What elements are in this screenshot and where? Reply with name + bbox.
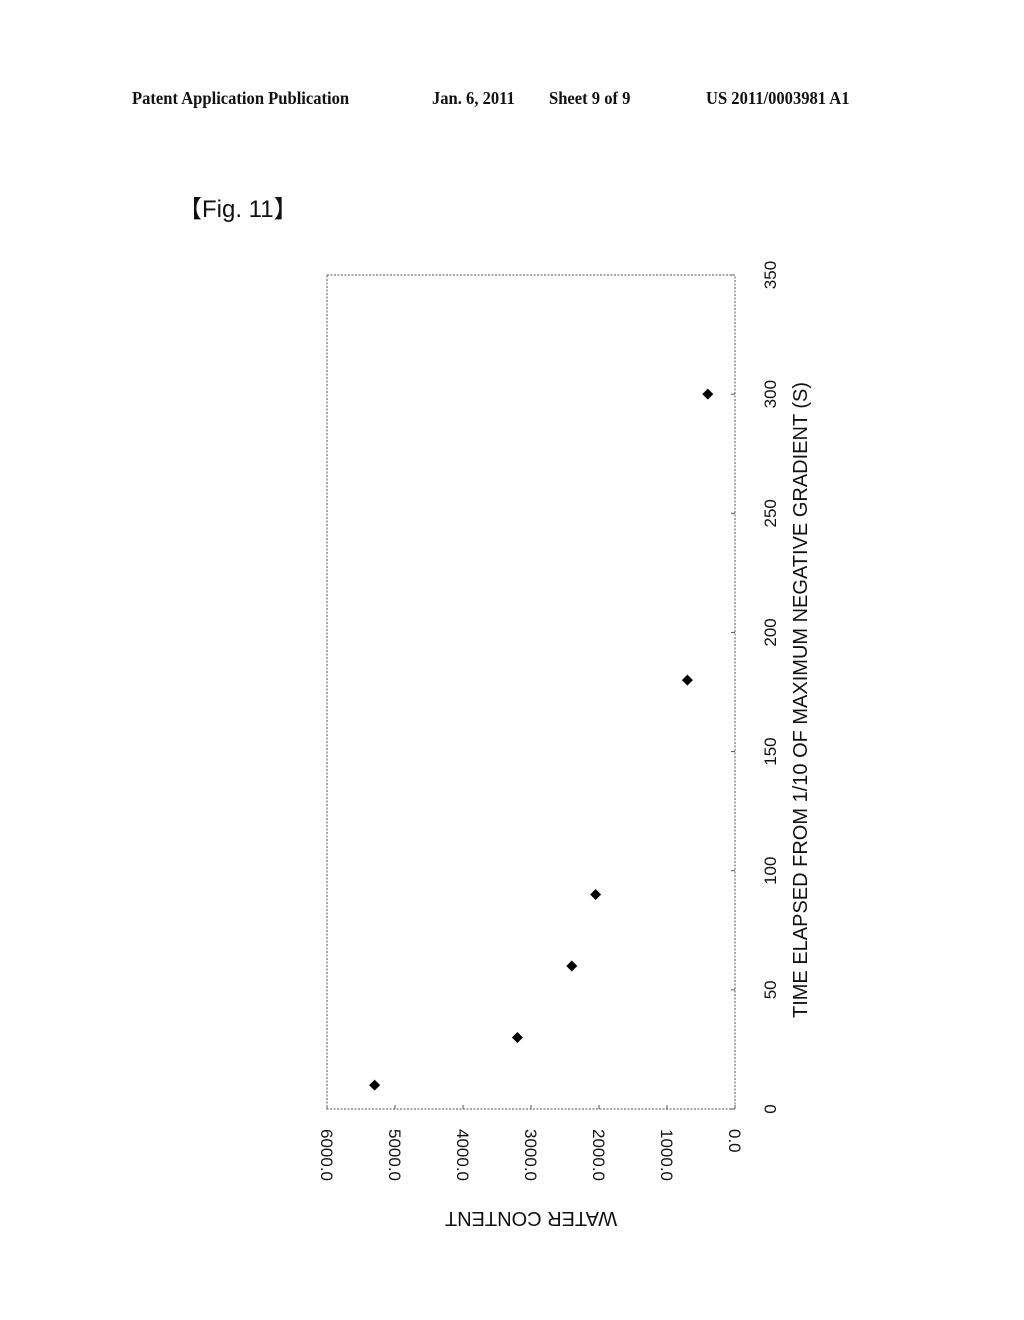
x-tick-label: 0	[761, 1104, 780, 1113]
scatter-chart: 0 50 100 150 200 250 300 350 0.0 1000.0 2000.0 300…	[317, 261, 812, 1229]
y-tick-label: 0.0	[725, 1129, 744, 1153]
data-point	[590, 889, 602, 901]
x-tick-label: 200	[761, 618, 780, 646]
y-tick-label: 6000.0	[317, 1129, 336, 1181]
y-tick-labels: 0.0 1000.0 2000.0 3000.0 4000.0 5000.0 6000.0	[317, 1129, 744, 1181]
data-point	[681, 674, 693, 686]
x-tick-label: 250	[761, 499, 780, 527]
x-tick-label: 300	[761, 380, 780, 408]
axis-ticks	[326, 274, 736, 1110]
y-tick-label: 2000.0	[589, 1129, 608, 1181]
plot-frame	[326, 274, 736, 1110]
x-tick-label: 350	[761, 261, 780, 289]
data-point	[702, 388, 714, 400]
data-point	[511, 1032, 523, 1044]
data-points	[369, 388, 714, 1091]
y-tick-label: 4000.0	[453, 1129, 472, 1181]
y-axis-title: WATER CONTENT	[445, 1207, 617, 1229]
y-tick-label: 3000.0	[521, 1129, 540, 1181]
x-tick-label: 50	[761, 980, 780, 999]
data-point	[566, 960, 578, 972]
x-axis-title: TIME ELAPSED FROM 1/10 OF MAXIMUM NEGATI…	[790, 382, 812, 1018]
x-tick-labels: 0 50 100 150 200 250 300 350	[761, 261, 780, 1114]
x-tick-label: 150	[761, 737, 780, 765]
x-tick-label: 100	[761, 857, 780, 885]
y-tick-label: 5000.0	[385, 1129, 404, 1181]
y-tick-label: 1000.0	[657, 1129, 676, 1181]
data-point	[369, 1079, 381, 1091]
